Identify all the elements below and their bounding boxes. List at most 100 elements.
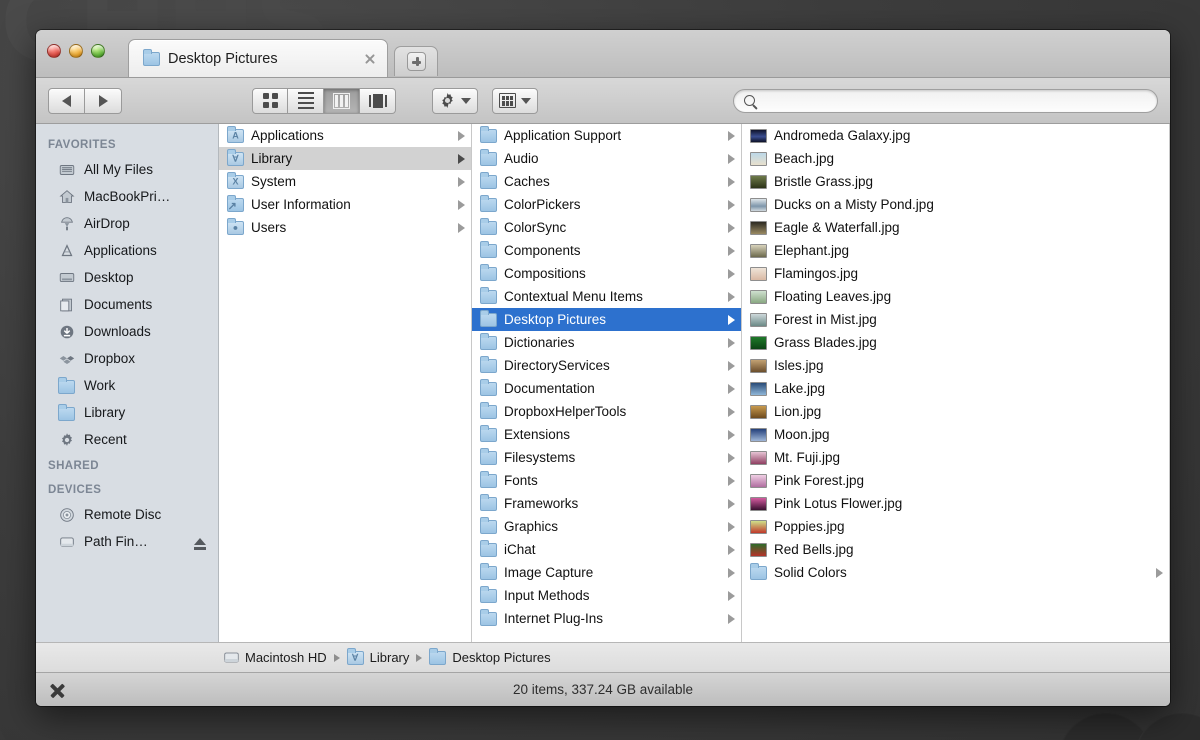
column-row[interactable]: Image Capture <box>472 561 741 584</box>
eject-icon[interactable] <box>194 538 206 550</box>
column-row[interactable]: Andromeda Galaxy.jpg <box>742 124 1169 147</box>
folder-library-icon: ∀ <box>227 148 244 166</box>
row-label: Lion.jpg <box>774 404 822 419</box>
zoom-window-button[interactable] <box>91 44 105 58</box>
column-row[interactable]: Floating Leaves.jpg <box>742 285 1169 308</box>
folder-icon <box>480 194 497 212</box>
column-row[interactable]: Mt. Fuji.jpg <box>742 446 1169 469</box>
column-row[interactable]: Dictionaries <box>472 331 741 354</box>
sidebar-item-label: Work <box>84 378 116 393</box>
close-window-button[interactable] <box>47 44 61 58</box>
search-field[interactable] <box>733 88 1158 113</box>
coverflow-view-button[interactable] <box>360 87 396 114</box>
breadcrumb-library[interactable]: ∀ Library <box>346 647 409 665</box>
column-row[interactable]: DropboxHelperTools <box>472 400 741 423</box>
column-row[interactable]: Contextual Menu Items <box>472 285 741 308</box>
close-icon[interactable] <box>361 50 379 68</box>
column-row[interactable]: ● Users <box>219 216 471 239</box>
column-row[interactable]: Components <box>472 239 741 262</box>
column-row[interactable]: ∀ Library <box>219 147 471 170</box>
sidebar-item-dropbox[interactable]: Dropbox <box>36 345 218 372</box>
column-row[interactable]: iChat <box>472 538 741 561</box>
column-row[interactable]: Moon.jpg <box>742 423 1169 446</box>
column-row[interactable]: Solid Colors <box>742 561 1169 584</box>
column-row[interactable]: Desktop Pictures <box>472 308 741 331</box>
disclosure-arrow-icon <box>728 498 735 509</box>
column-row[interactable]: Red Bells.jpg <box>742 538 1169 561</box>
sidebar-item-downloads[interactable]: Downloads <box>36 318 218 345</box>
sidebar-item-airdrop[interactable]: AirDrop <box>36 210 218 237</box>
sidebar-item-all-my-files[interactable]: All My Files <box>36 156 218 183</box>
sidebar-item-work[interactable]: Work <box>36 372 218 399</box>
row-label: Grass Blades.jpg <box>774 335 877 350</box>
arrange-menu-button[interactable] <box>492 87 538 114</box>
sidebar-item-path-fin[interactable]: Path Fin… <box>36 528 218 555</box>
action-menu-button[interactable] <box>432 87 478 114</box>
sidebar-item-remote-disc[interactable]: Remote Disc <box>36 501 218 528</box>
column-row[interactable]: Compositions <box>472 262 741 285</box>
column-row[interactable]: Pink Lotus Flower.jpg <box>742 492 1169 515</box>
path-finder-tool-button[interactable] <box>36 673 78 706</box>
sidebar-item-documents[interactable]: Documents <box>36 291 218 318</box>
column-row[interactable]: Caches <box>472 170 741 193</box>
row-label: DirectoryServices <box>504 358 610 373</box>
column-row[interactable]: Bristle Grass.jpg <box>742 170 1169 193</box>
column-row[interactable]: Pink Forest.jpg <box>742 469 1169 492</box>
back-button[interactable] <box>48 87 85 114</box>
column-row[interactable]: Frameworks <box>472 492 741 515</box>
column-row[interactable]: DirectoryServices <box>472 354 741 377</box>
icon-view-button[interactable] <box>252 87 288 114</box>
column-row[interactable]: Audio <box>472 147 741 170</box>
column-row[interactable]: Eagle & Waterfall.jpg <box>742 216 1169 239</box>
column-library[interactable]: Application Support Audio Caches ColorPicke… <box>472 124 742 642</box>
column-row[interactable]: Filesystems <box>472 446 741 469</box>
column-row[interactable]: Fonts <box>472 469 741 492</box>
sidebar-item-recent[interactable]: Recent <box>36 426 218 453</box>
column-row[interactable]: ColorSync <box>472 216 741 239</box>
folder-icon <box>480 585 497 603</box>
sidebar-item-library[interactable]: Library <box>36 399 218 426</box>
sidebar-item-macbookpri[interactable]: MacBookPri… <box>36 183 218 210</box>
forward-button[interactable] <box>85 87 122 114</box>
column-row[interactable]: Beach.jpg <box>742 147 1169 170</box>
breadcrumb-desktop-pictures[interactable]: Desktop Pictures <box>429 647 551 665</box>
column-row[interactable]: Elephant.jpg <box>742 239 1169 262</box>
sidebar[interactable]: FAVORITES All My Files MacBookPri… AirDrop A… <box>36 124 219 642</box>
alias-badge: ↗ <box>227 200 237 213</box>
sidebar-item-desktop[interactable]: Desktop <box>36 264 218 291</box>
column-row[interactable]: ↗ User Information <box>219 193 471 216</box>
column-row[interactable]: X System <box>219 170 471 193</box>
column-row[interactable]: Ducks on a Misty Pond.jpg <box>742 193 1169 216</box>
folder-icon <box>480 309 497 327</box>
column-row[interactable]: A Applications <box>219 124 471 147</box>
column-row[interactable]: ColorPickers <box>472 193 741 216</box>
column-row[interactable]: Forest in Mist.jpg <box>742 308 1169 331</box>
column-row[interactable]: Input Methods <box>472 584 741 607</box>
column-row[interactable]: Lion.jpg <box>742 400 1169 423</box>
column-row[interactable]: Poppies.jpg <box>742 515 1169 538</box>
new-tab-button[interactable] <box>394 46 438 76</box>
column-row[interactable]: Documentation <box>472 377 741 400</box>
minimize-window-button[interactable] <box>69 44 83 58</box>
row-label: Pink Lotus Flower.jpg <box>774 496 903 511</box>
image-thumbnail-icon <box>750 358 767 373</box>
column-row[interactable]: Extensions <box>472 423 741 446</box>
column-macintosh-hd[interactable]: A Applications ∀ Library X System ↗ User Inform… <box>219 124 472 642</box>
column-row[interactable]: Application Support <box>472 124 741 147</box>
window-titlebar: Desktop Pictures <box>36 30 1170 78</box>
breadcrumb-macintosh-hd[interactable]: Macintosh HD <box>224 650 327 665</box>
column-row[interactable]: Grass Blades.jpg <box>742 331 1169 354</box>
column-desktop-pictures[interactable]: Andromeda Galaxy.jpg Beach.jpg Bristle Gra… <box>742 124 1170 642</box>
row-label: Filesystems <box>504 450 576 465</box>
list-view-button[interactable] <box>288 87 324 114</box>
tab-desktop-pictures[interactable]: Desktop Pictures <box>128 39 388 77</box>
column-row[interactable]: Lake.jpg <box>742 377 1169 400</box>
column-row[interactable]: Flamingos.jpg <box>742 262 1169 285</box>
sidebar-item-applications[interactable]: Applications <box>36 237 218 264</box>
column-row[interactable]: Isles.jpg <box>742 354 1169 377</box>
column-row[interactable]: Internet Plug-Ins <box>472 607 741 630</box>
column-row[interactable]: Graphics <box>472 515 741 538</box>
search-input[interactable] <box>761 93 1147 108</box>
column-view-button[interactable] <box>324 87 360 114</box>
path-bar: Macintosh HD ∀ Library Desktop Pictures <box>36 642 1170 672</box>
